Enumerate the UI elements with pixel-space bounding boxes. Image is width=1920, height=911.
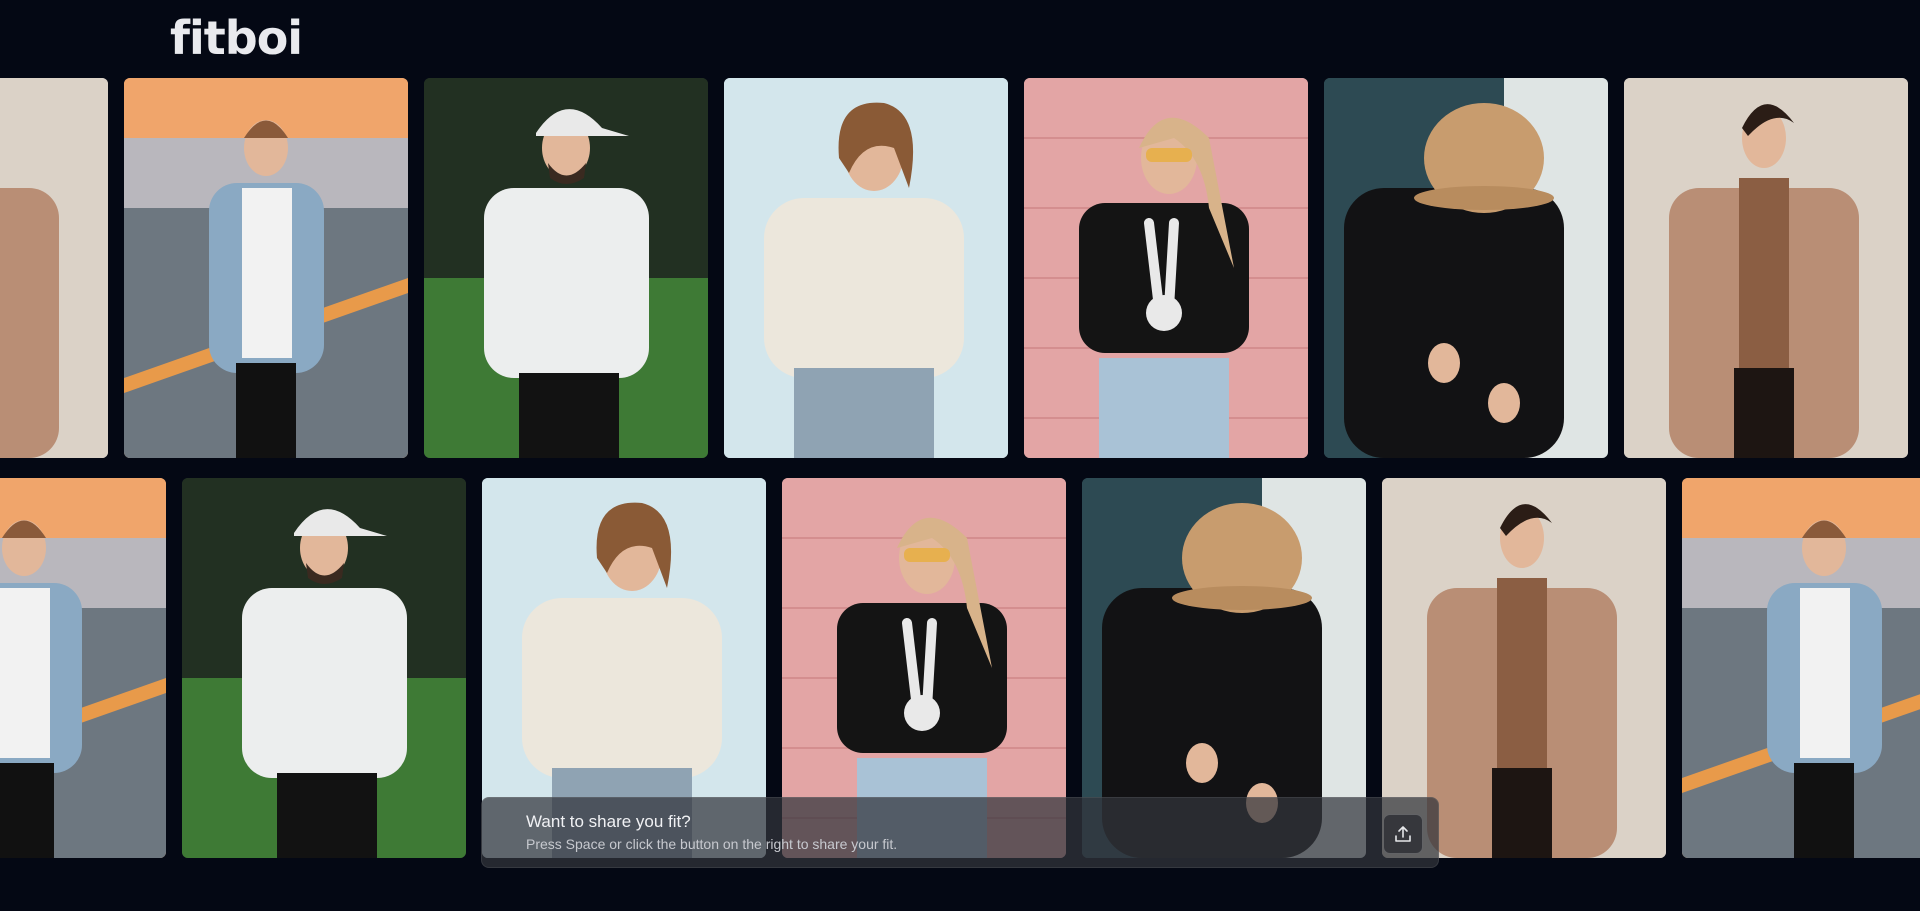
outfit-card[interactable]: [0, 78, 108, 458]
outfit-card[interactable]: [1024, 78, 1308, 458]
outfit-photo: [424, 78, 708, 458]
share-prompt-bar: Want to share you fit? Press Space or cl…: [481, 797, 1439, 868]
outfit-card[interactable]: [1682, 478, 1920, 858]
outfit-card[interactable]: [0, 478, 166, 858]
share-title: Want to share you fit?: [526, 812, 691, 831]
gallery-row-1: [0, 78, 1920, 458]
outfit-photo: [724, 78, 1008, 458]
upload-icon: [1395, 826, 1411, 842]
outfit-photo: [0, 78, 108, 458]
outfit-photo: [1682, 478, 1920, 858]
app-logo[interactable]: fitboi: [170, 8, 303, 68]
outfit-photo: [124, 78, 408, 458]
outfit-photo: [182, 478, 466, 858]
outfit-card[interactable]: [1324, 78, 1608, 458]
outfit-photo: [1024, 78, 1308, 458]
outfit-card[interactable]: [182, 478, 466, 858]
outfit-card[interactable]: [424, 78, 708, 458]
outfit-photo: [1324, 78, 1608, 458]
page: fitboi Want to share you fit? Press Spac…: [0, 0, 1920, 911]
outfit-card[interactable]: [124, 78, 408, 458]
outfit-photo: [1624, 78, 1908, 458]
outfit-card[interactable]: [1624, 78, 1908, 458]
share-button[interactable]: [1383, 814, 1423, 854]
outfit-card[interactable]: [724, 78, 1008, 458]
outfit-photo: [0, 478, 166, 858]
share-subtitle: Press Space or click the button on the r…: [526, 836, 898, 852]
